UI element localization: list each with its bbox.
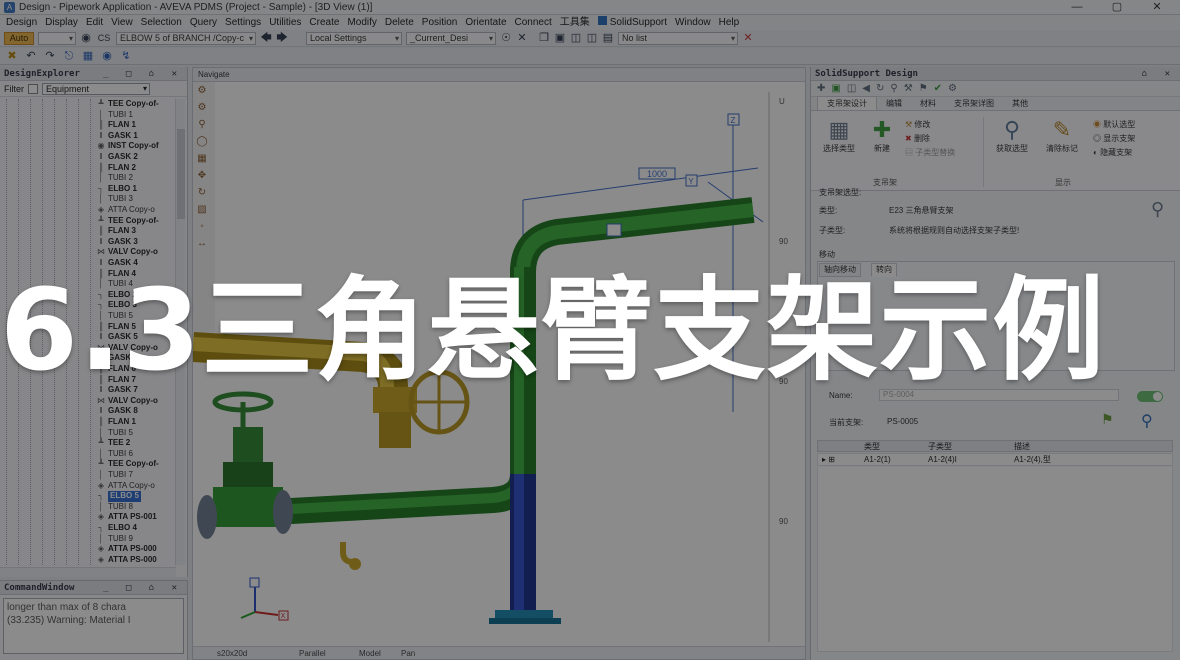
pdms-application-window: A Design - Pipework Application - AVEVA … [0, 0, 1180, 660]
overlay-title: 6.3三角悬臂支架示例 [0, 266, 1106, 396]
